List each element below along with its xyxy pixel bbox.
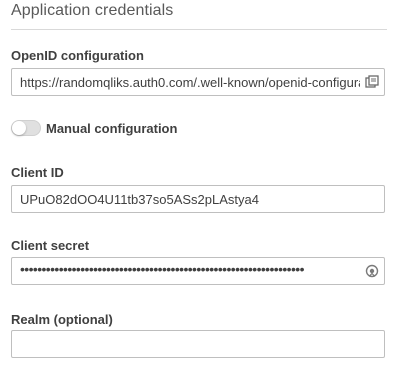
toggle-knob [12,121,26,135]
reveal-icon[interactable] [365,264,379,278]
copy-icon[interactable] [365,75,379,89]
manual-configuration-toggle[interactable] [11,120,41,136]
client-id-field[interactable]: UPuO82dOO4U11tb37so5ASs2pLAstya4 [11,185,385,213]
openid-configuration-label: OpenID configuration [11,48,144,63]
realm-field[interactable] [11,330,385,358]
openid-configuration-value: https://randomqliks.auth0.com/.well-know… [20,75,360,90]
client-secret-value: ••••••••••••••••••••••••••••••••••••••••… [20,261,305,277]
section-title: Application credentials [11,2,174,19]
client-id-label: Client ID [11,165,64,180]
openid-configuration-field[interactable]: https://randomqliks.auth0.com/.well-know… [11,68,385,96]
realm-label: Realm (optional) [11,312,113,327]
client-secret-field[interactable]: ••••••••••••••••••••••••••••••••••••••••… [11,257,385,285]
section-divider [11,29,387,30]
manual-configuration-label: Manual configuration [46,121,178,136]
client-id-value: UPuO82dOO4U11tb37so5ASs2pLAstya4 [20,192,259,207]
client-secret-label: Client secret [11,238,90,253]
